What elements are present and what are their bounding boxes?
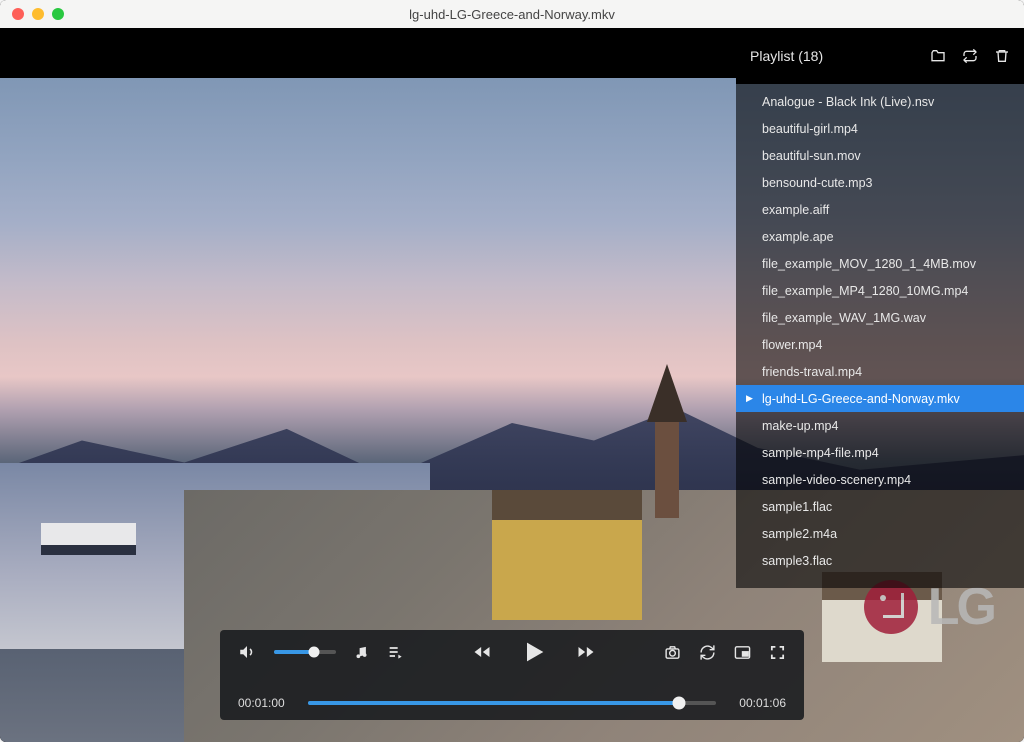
progress-slider[interactable]	[308, 701, 716, 705]
playlist-item[interactable]: make-up.mp4	[736, 412, 1024, 439]
current-time: 00:01:00	[238, 696, 296, 710]
close-button[interactable]	[12, 8, 24, 20]
rewind-icon[interactable]	[470, 642, 494, 662]
folder-icon[interactable]	[930, 48, 946, 64]
play-icon[interactable]	[520, 638, 548, 666]
trash-icon[interactable]	[994, 48, 1010, 64]
playlist-item[interactable]: example.ape	[736, 223, 1024, 250]
volume-icon[interactable]	[238, 643, 256, 661]
loop-icon[interactable]	[962, 48, 978, 64]
progress-fill	[308, 701, 679, 705]
scenery-ferry	[41, 523, 136, 555]
controls-left	[238, 643, 403, 661]
total-time: 00:01:06	[728, 696, 786, 710]
playlist-item[interactable]: friends-traval.mp4	[736, 358, 1024, 385]
playlist-item[interactable]: file_example_WAV_1MG.wav	[736, 304, 1024, 331]
playlist-item[interactable]: sample-video-scenery.mp4	[736, 466, 1024, 493]
lg-logo-icon	[864, 580, 918, 634]
playlist-icon[interactable]	[387, 644, 403, 660]
controls-right	[664, 644, 786, 661]
fullscreen-icon[interactable]	[769, 644, 786, 661]
camera-icon[interactable]	[664, 644, 681, 661]
playlist-item[interactable]: beautiful-sun.mov	[736, 142, 1024, 169]
window-title: lg-uhd-LG-Greece-and-Norway.mkv	[409, 7, 615, 22]
minimize-button[interactable]	[32, 8, 44, 20]
scenery-spire	[647, 364, 687, 422]
playlist-item[interactable]: sample-mp4-file.mp4	[736, 439, 1024, 466]
playlist-item[interactable]: sample2.m4a	[736, 520, 1024, 547]
volume-thumb[interactable]	[309, 647, 320, 658]
playlist-item[interactable]: lg-uhd-LG-Greece-and-Norway.mkv	[736, 385, 1024, 412]
playlist-item[interactable]: flower.mp4	[736, 331, 1024, 358]
playlist-item[interactable]: bensound-cute.mp3	[736, 169, 1024, 196]
playlist-panel: Playlist (18) Analogue - Black Ink (Live…	[736, 28, 1024, 588]
playlist-item[interactable]: example.aiff	[736, 196, 1024, 223]
playlist-item[interactable]: beautiful-girl.mp4	[736, 115, 1024, 142]
volume-slider[interactable]	[274, 650, 336, 654]
playlist-item[interactable]: sample3.flac	[736, 547, 1024, 574]
playback-controls: 00:01:00 00:01:06	[220, 630, 804, 720]
playlist-header: Playlist (18)	[736, 28, 1024, 84]
window-controls	[12, 8, 64, 20]
maximize-button[interactable]	[52, 8, 64, 20]
playlist-item[interactable]: Analogue - Black Ink (Live).nsv	[736, 88, 1024, 115]
playlist-title: Playlist (18)	[750, 48, 823, 64]
app-window: lg-uhd-LG-Greece-and-Norway.mkv LG Pla	[0, 0, 1024, 742]
forward-icon[interactable]	[574, 642, 598, 662]
music-note-icon[interactable]	[354, 645, 369, 660]
playlist-items: Analogue - Black Ink (Live).nsvbeautiful…	[736, 84, 1024, 574]
content-area: LG Playlist (18) Analogue	[0, 28, 1024, 742]
controls-center	[470, 638, 598, 666]
playlist-item[interactable]: file_example_MP4_1280_10MG.mp4	[736, 277, 1024, 304]
scenery-building	[492, 490, 642, 620]
playlist-item[interactable]: file_example_MOV_1280_1_4MB.mov	[736, 250, 1024, 277]
rotate-icon[interactable]	[699, 644, 716, 661]
playlist-actions	[930, 48, 1010, 64]
pip-icon[interactable]	[734, 644, 751, 661]
titlebar: lg-uhd-LG-Greece-and-Norway.mkv	[0, 0, 1024, 28]
progress-row: 00:01:00 00:01:06	[238, 696, 786, 710]
playlist-item[interactable]: sample1.flac	[736, 493, 1024, 520]
progress-thumb[interactable]	[673, 697, 686, 710]
